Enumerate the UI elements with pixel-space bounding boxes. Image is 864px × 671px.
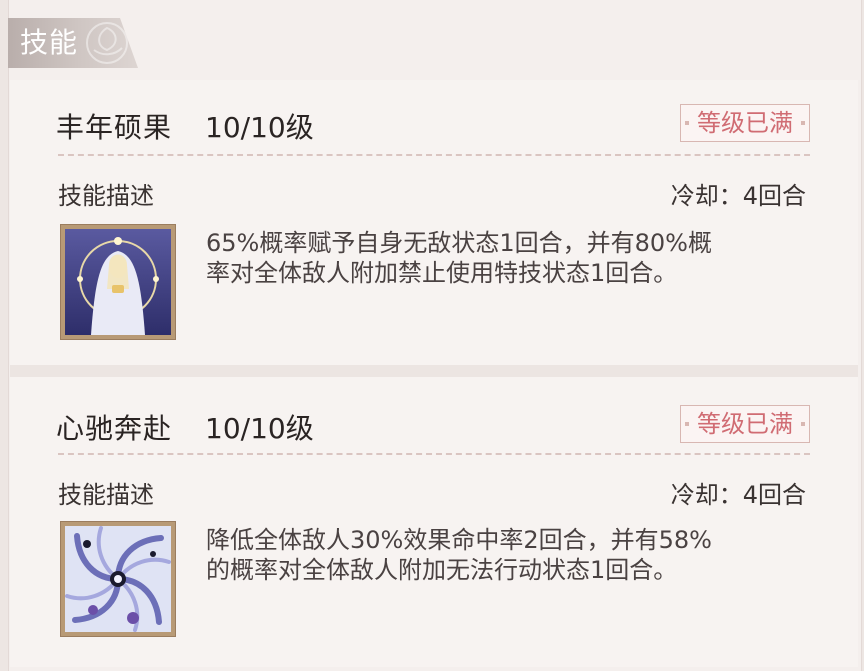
skill-effect-line: 率对全体敌人附加禁止使用特技状态1回合。 xyxy=(206,259,678,287)
skill-name: 心驰奔赴 xyxy=(56,412,173,445)
max-level-badge: 等级已满 xyxy=(680,104,810,142)
dashed-divider xyxy=(58,453,810,455)
skill-description-label: 技能描述 xyxy=(58,182,154,210)
skill-description-label: 技能描述 xyxy=(58,481,154,509)
skill-card: 心驰奔赴 10/10级 等级已满 技能描述 冷却：4回合 降低全体敌人30%效果… xyxy=(10,377,858,667)
skill-cooldown: 冷却：4回合 xyxy=(670,182,806,210)
card-separator xyxy=(10,365,858,377)
skill-effect-line: 的概率对全体敌人附加无法行动状态1回合。 xyxy=(206,556,678,584)
skill-icon-frame[interactable] xyxy=(60,521,176,637)
skill-cooldown: 冷却：4回合 xyxy=(670,481,806,509)
vortex-icon xyxy=(65,526,171,632)
max-level-badge: 等级已满 xyxy=(680,405,810,443)
skill-effect-line: 降低全体敌人30%效果命中率2回合，并有58% xyxy=(206,526,712,554)
rose-decoration-icon xyxy=(86,22,128,64)
section-title: 技能 xyxy=(20,26,79,59)
dashed-divider xyxy=(58,154,810,156)
skill-icon-frame[interactable] xyxy=(60,224,176,340)
goddess-portrait-icon xyxy=(65,229,171,335)
skill-card: 丰年硕果 10/10级 等级已满 技能描述 冷却：4回合 65%概率赋予自身无敌… xyxy=(10,80,858,365)
skill-level: 10/10级 xyxy=(205,412,314,445)
skill-effect-line: 65%概率赋予自身无敌状态1回合，并有80%概 xyxy=(206,229,712,257)
skill-level: 10/10级 xyxy=(205,111,314,144)
skill-name: 丰年硕果 xyxy=(56,111,173,144)
